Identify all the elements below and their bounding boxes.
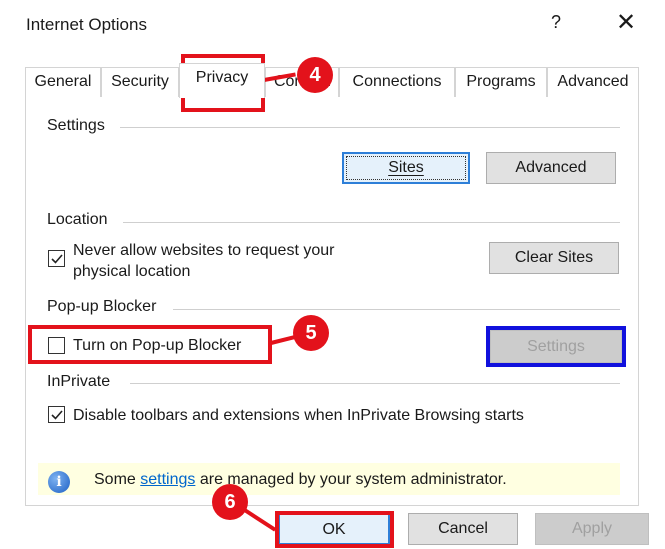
step-marker-4: 4	[297, 57, 333, 93]
step-marker-5: 5	[293, 315, 329, 351]
apply-button[interactable]: Apply	[535, 513, 649, 545]
popup-blocker-checkbox[interactable]	[48, 337, 65, 354]
admin-info-text: Some settings are managed by your system…	[94, 471, 507, 489]
advanced-button[interactable]: Advanced	[486, 152, 616, 184]
tab-general[interactable]: General	[25, 67, 101, 97]
location-checkbox-label-line2: physical location	[73, 263, 191, 280]
popup-blocker-group-title: Pop-up Blocker	[47, 298, 157, 315]
clear-sites-button[interactable]: Clear Sites	[489, 242, 619, 274]
tab-advanced[interactable]: Advanced	[547, 67, 639, 97]
info-icon: i	[48, 471, 70, 493]
info-text-before: Some	[94, 471, 141, 488]
checkmark-icon	[51, 254, 63, 264]
sites-button-label: Sites	[388, 159, 424, 176]
location-checkbox[interactable]	[48, 250, 65, 267]
popup-blocker-divider	[173, 309, 620, 310]
location-checkbox-label-line1: Never allow websites to request your	[73, 242, 335, 259]
tab-connections[interactable]: Connections	[339, 67, 455, 97]
inprivate-checkbox-label: Disable toolbars and extensions when InP…	[73, 407, 524, 424]
inprivate-group-title: InPrivate	[47, 373, 111, 390]
location-divider	[123, 222, 620, 223]
settings-link[interactable]: settings	[140, 471, 195, 488]
close-icon: ✕	[615, 9, 637, 36]
close-button[interactable]: ✕	[612, 8, 640, 37]
location-group-title: Location	[47, 211, 108, 228]
info-text-after: are managed by your system administrator…	[195, 471, 507, 488]
ok-button[interactable]: OK	[278, 513, 390, 545]
settings-divider	[120, 127, 620, 128]
inprivate-checkbox[interactable]	[48, 406, 65, 423]
checkmark-icon	[51, 410, 63, 420]
cancel-button[interactable]: Cancel	[408, 513, 518, 545]
popup-settings-button[interactable]: Settings	[490, 330, 622, 363]
popup-blocker-checkbox-label: Turn on Pop-up Blocker	[73, 337, 242, 354]
inprivate-divider	[130, 383, 620, 384]
window-title: Internet Options	[26, 15, 147, 34]
tab-programs[interactable]: Programs	[455, 67, 547, 97]
settings-group-title: Settings	[47, 117, 105, 134]
tab-security[interactable]: Security	[101, 67, 179, 97]
step-marker-6: 6	[212, 484, 248, 520]
sites-button[interactable]: Sites	[342, 152, 470, 184]
help-button[interactable]: ?	[546, 12, 566, 33]
tab-privacy[interactable]: Privacy	[179, 63, 265, 98]
